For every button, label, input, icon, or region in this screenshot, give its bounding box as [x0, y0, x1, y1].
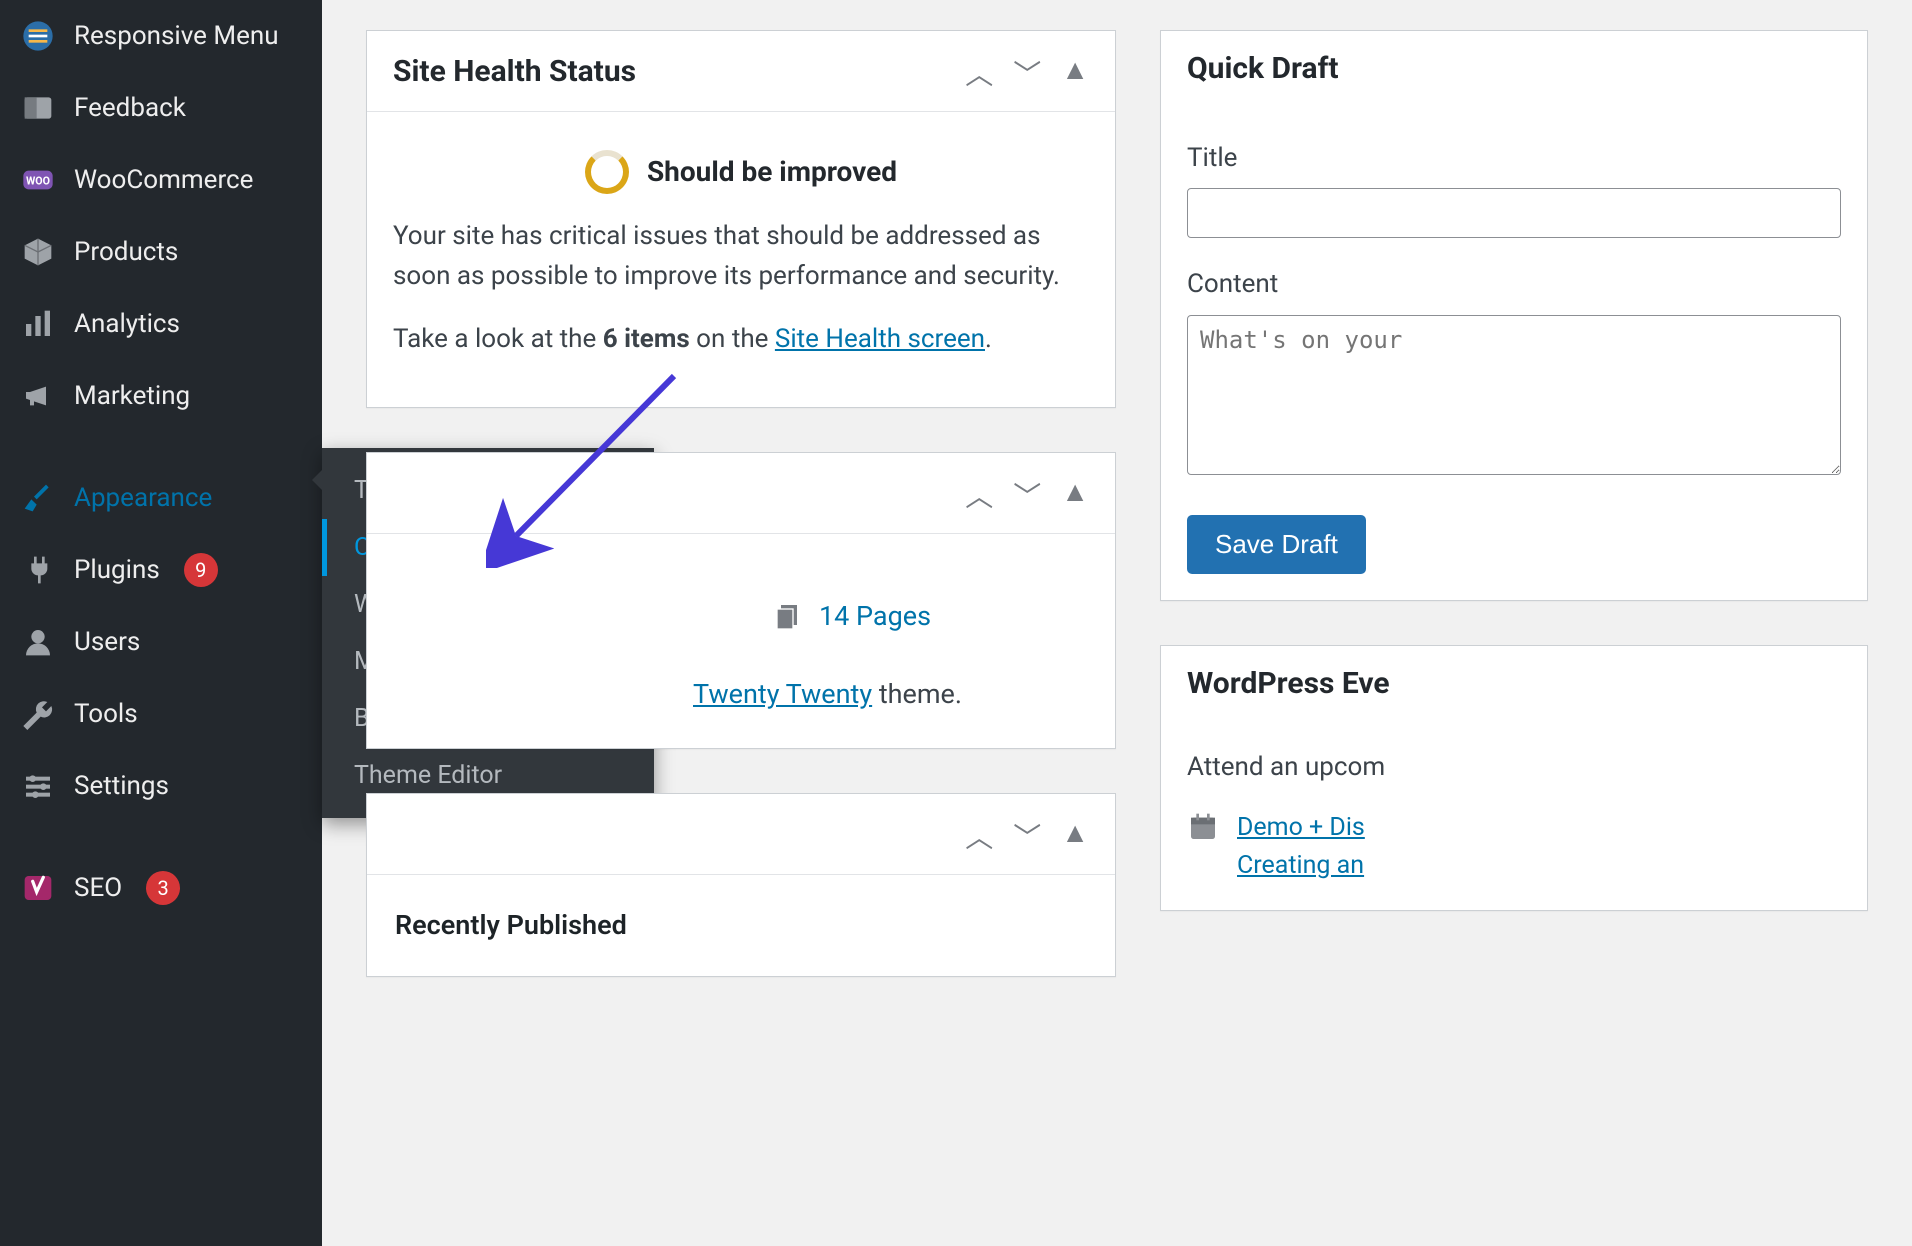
panel-collapse-icon[interactable]: ▲	[1061, 53, 1089, 93]
panel-move-up-icon[interactable]: ︿	[965, 53, 993, 93]
panel-controls: ︿ ﹀ ▲	[965, 814, 1089, 854]
panel-title: Site Health Status	[393, 54, 636, 89]
pages-count-link[interactable]: 14 Pages	[819, 596, 931, 638]
panel-activity: ︿ ﹀ ▲ Recently Published	[366, 793, 1116, 978]
panel-title	[393, 475, 400, 510]
panel-move-up-icon[interactable]: ︿	[965, 475, 993, 515]
panel-move-down-icon[interactable]: ﹀	[1013, 475, 1041, 515]
panel-title	[393, 816, 400, 851]
meetup-icon	[1187, 811, 1219, 855]
wrench-icon	[20, 696, 56, 732]
sidebar-item-label: Users	[74, 627, 140, 657]
sidebar-item-label: Tools	[74, 699, 138, 729]
sidebar-item-marketing[interactable]: Marketing	[0, 360, 322, 432]
sidebar-item-appearance[interactable]: Appearance	[0, 462, 322, 534]
panel-at-a-glance: ︿ ﹀ ▲ 14 Pages Twenty Twenty theme.	[366, 452, 1116, 749]
panel-title: WordPress Eve	[1187, 666, 1390, 701]
site-health-screen-link[interactable]: Site Health screen	[775, 324, 985, 354]
sidebar-item-woocommerce[interactable]: WOO WooCommerce	[0, 144, 322, 216]
theme-link[interactable]: Twenty Twenty	[693, 678, 872, 710]
sidebar-item-tools[interactable]: Tools	[0, 678, 322, 750]
megaphone-icon	[20, 378, 56, 414]
sidebar-item-analytics[interactable]: Analytics	[0, 288, 322, 360]
panel-wordpress-events: WordPress Eve Attend an upcom Demo + Dis…	[1160, 645, 1868, 911]
health-status-label: Should be improved	[647, 150, 897, 193]
paintbrush-icon	[20, 480, 56, 516]
content-field-label: Content	[1187, 264, 1841, 304]
woocommerce-icon: WOO	[20, 162, 56, 198]
panel-collapse-icon[interactable]: ▲	[1061, 475, 1089, 515]
sliders-icon	[20, 768, 56, 804]
sidebar-item-label: WooCommerce	[74, 165, 253, 195]
sidebar-item-feedback[interactable]: Feedback	[0, 72, 322, 144]
health-progress-circle-icon	[585, 150, 629, 194]
activity-subheading: Recently Published	[393, 901, 1089, 951]
draft-content-textarea[interactable]	[1187, 315, 1841, 475]
sidebar-item-label: Products	[74, 237, 178, 267]
pages-stack-icon	[773, 601, 805, 633]
panel-move-up-icon[interactable]: ︿	[965, 816, 993, 856]
dashboard-content: Site Health Status ︿ ﹀ ▲ Should be impro…	[322, 0, 1912, 1246]
svg-text:WOO: WOO	[26, 175, 50, 188]
panel-controls: ︿ ﹀ ▲	[965, 473, 1089, 513]
panel-collapse-icon[interactable]: ▲	[1061, 816, 1089, 856]
sidebar-item-label: Settings	[74, 771, 169, 801]
sidebar-item-label: Appearance	[74, 483, 212, 513]
panel-move-down-icon[interactable]: ﹀	[1013, 53, 1041, 93]
draft-title-input[interactable]	[1187, 188, 1841, 238]
sidebar-item-label: Responsive Menu	[74, 21, 279, 51]
health-link-line: Take a look at the 6 items on the Site H…	[393, 319, 1089, 359]
plug-icon	[20, 552, 56, 588]
event-link[interactable]: Demo + Dis Creating an	[1237, 809, 1365, 884]
sidebar-item-label: Marketing	[74, 381, 190, 411]
sidebar-item-users[interactable]: Users	[0, 606, 322, 678]
save-draft-button[interactable]: Save Draft	[1187, 515, 1366, 574]
bar-chart-icon	[20, 306, 56, 342]
title-field-label: Title	[1187, 138, 1841, 178]
sidebar-item-seo[interactable]: SEO 3	[0, 852, 322, 924]
panel-move-down-icon[interactable]: ﹀	[1013, 816, 1041, 856]
panel-title: Quick Draft	[1187, 51, 1338, 86]
hamburger-icon	[20, 18, 56, 54]
sidebar-item-responsive-menu[interactable]: Responsive Menu	[0, 0, 322, 72]
admin-sidebar: Responsive Menu Feedback WOO WooCommerce…	[0, 0, 322, 1246]
events-body-text: Attend an upcom	[1187, 747, 1841, 787]
user-icon	[20, 624, 56, 660]
health-description: Your site has critical issues that shoul…	[393, 216, 1089, 297]
panel-site-health: Site Health Status ︿ ﹀ ▲ Should be impro…	[366, 30, 1116, 408]
plugins-update-badge: 9	[184, 553, 218, 587]
box-icon	[20, 234, 56, 270]
feedback-icon	[20, 90, 56, 126]
sidebar-item-products[interactable]: Products	[0, 216, 322, 288]
panel-quick-draft: Quick Draft Title Content Save Draft	[1160, 30, 1868, 601]
sidebar-item-label: SEO	[74, 873, 122, 903]
sidebar-item-plugins[interactable]: Plugins 9	[0, 534, 322, 606]
sidebar-item-label: Analytics	[74, 309, 180, 339]
seo-notification-badge: 3	[146, 871, 180, 905]
sidebar-item-settings[interactable]: Settings	[0, 750, 322, 822]
panel-controls: ︿ ﹀ ▲	[965, 51, 1089, 91]
sidebar-item-label: Feedback	[74, 93, 186, 123]
yoast-icon	[20, 870, 56, 906]
sidebar-item-label: Plugins	[74, 555, 160, 585]
